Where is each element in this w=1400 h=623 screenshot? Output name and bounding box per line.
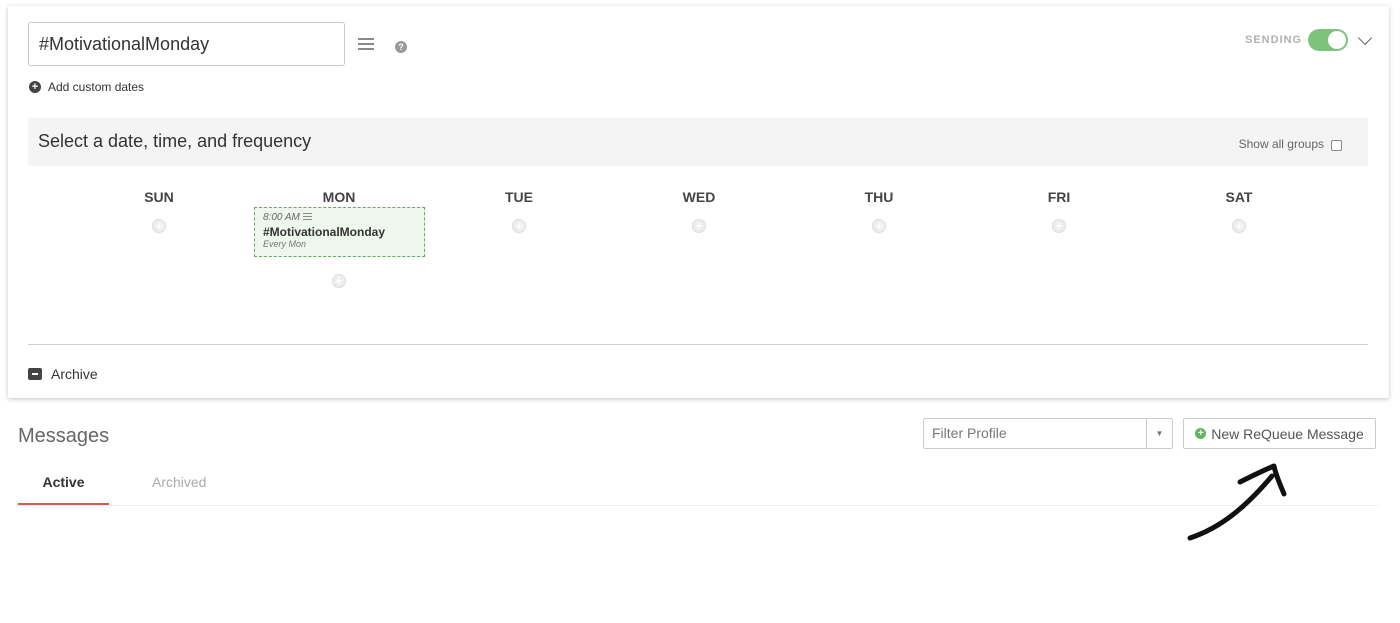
toggle-knob bbox=[1328, 31, 1346, 49]
slot-frequency: Every Mon bbox=[263, 239, 307, 249]
day-header-fri: FRI bbox=[1047, 189, 1071, 205]
add-custom-dates-label: Add custom dates bbox=[48, 80, 145, 94]
archive-button[interactable]: Archive bbox=[28, 366, 98, 382]
requeue-settings-card: ? SENDING + Add custom dates Select a da… bbox=[8, 6, 1389, 398]
archive-box-icon bbox=[28, 368, 42, 380]
frequency-header: Select a date, time, and frequency Show … bbox=[28, 118, 1368, 166]
filter-profile-select[interactable]: Filter Profile ▼ bbox=[923, 418, 1173, 449]
list-icon[interactable] bbox=[358, 38, 374, 52]
frequency-title: Select a date, time, and frequency bbox=[38, 131, 312, 151]
help-icon[interactable]: ? bbox=[395, 41, 407, 53]
slot-time-row: 8:00 AM bbox=[263, 212, 416, 223]
tabs-divider bbox=[18, 505, 1378, 506]
add-slot-sat-button[interactable]: + bbox=[1232, 219, 1246, 233]
divider bbox=[28, 344, 1368, 345]
scheduled-slot[interactable]: 8:00 AM #MotivationalMonday Every Mon bbox=[254, 207, 425, 257]
tab-active[interactable]: Active bbox=[18, 474, 109, 505]
filter-profile-placeholder: Filter Profile bbox=[932, 425, 1007, 441]
add-custom-dates-link[interactable]: + Add custom dates bbox=[29, 80, 144, 94]
messages-title: Messages bbox=[18, 425, 110, 447]
show-all-groups[interactable]: Show all groups bbox=[1239, 137, 1342, 151]
show-all-groups-checkbox[interactable] bbox=[1331, 140, 1342, 151]
day-header-sun: SUN bbox=[144, 189, 174, 205]
add-slot-sun-button[interactable]: + bbox=[152, 219, 166, 233]
chevron-down-icon[interactable] bbox=[1357, 30, 1373, 46]
day-header-wed: WED bbox=[682, 189, 716, 205]
requeue-name-input[interactable] bbox=[28, 22, 345, 66]
list-icon bbox=[302, 213, 312, 222]
hand-drawn-arrow-annotation bbox=[1187, 463, 1287, 541]
new-requeue-message-label: New ReQueue Message bbox=[1211, 425, 1364, 442]
day-header-thu: THU bbox=[864, 189, 894, 205]
day-header-tue: TUE bbox=[505, 189, 533, 205]
add-slot-tue-button[interactable]: + bbox=[512, 219, 526, 233]
plus-circle-icon: + bbox=[29, 81, 41, 93]
show-all-groups-label: Show all groups bbox=[1238, 137, 1324, 151]
dropdown-arrow-icon: ▼ bbox=[1146, 419, 1172, 448]
slot-title: #MotivationalMonday bbox=[263, 225, 386, 239]
slot-time: 8:00 AM bbox=[263, 212, 300, 223]
day-header-mon: MON bbox=[322, 189, 356, 205]
add-slot-thu-button[interactable]: + bbox=[872, 219, 886, 233]
add-slot-wed-button[interactable]: + bbox=[692, 219, 706, 233]
day-header-sat: SAT bbox=[1225, 189, 1253, 205]
sending-label: SENDING bbox=[1245, 34, 1303, 46]
archive-label: Archive bbox=[51, 366, 98, 382]
plus-circle-icon: + bbox=[1195, 428, 1207, 439]
sending-toggle[interactable] bbox=[1308, 29, 1348, 51]
add-slot-fri-button[interactable]: + bbox=[1052, 219, 1066, 233]
new-requeue-message-button[interactable]: + New ReQueue Message bbox=[1183, 418, 1376, 449]
tab-archived[interactable]: Archived bbox=[152, 474, 206, 490]
add-slot-mon-button[interactable]: + bbox=[332, 274, 346, 288]
